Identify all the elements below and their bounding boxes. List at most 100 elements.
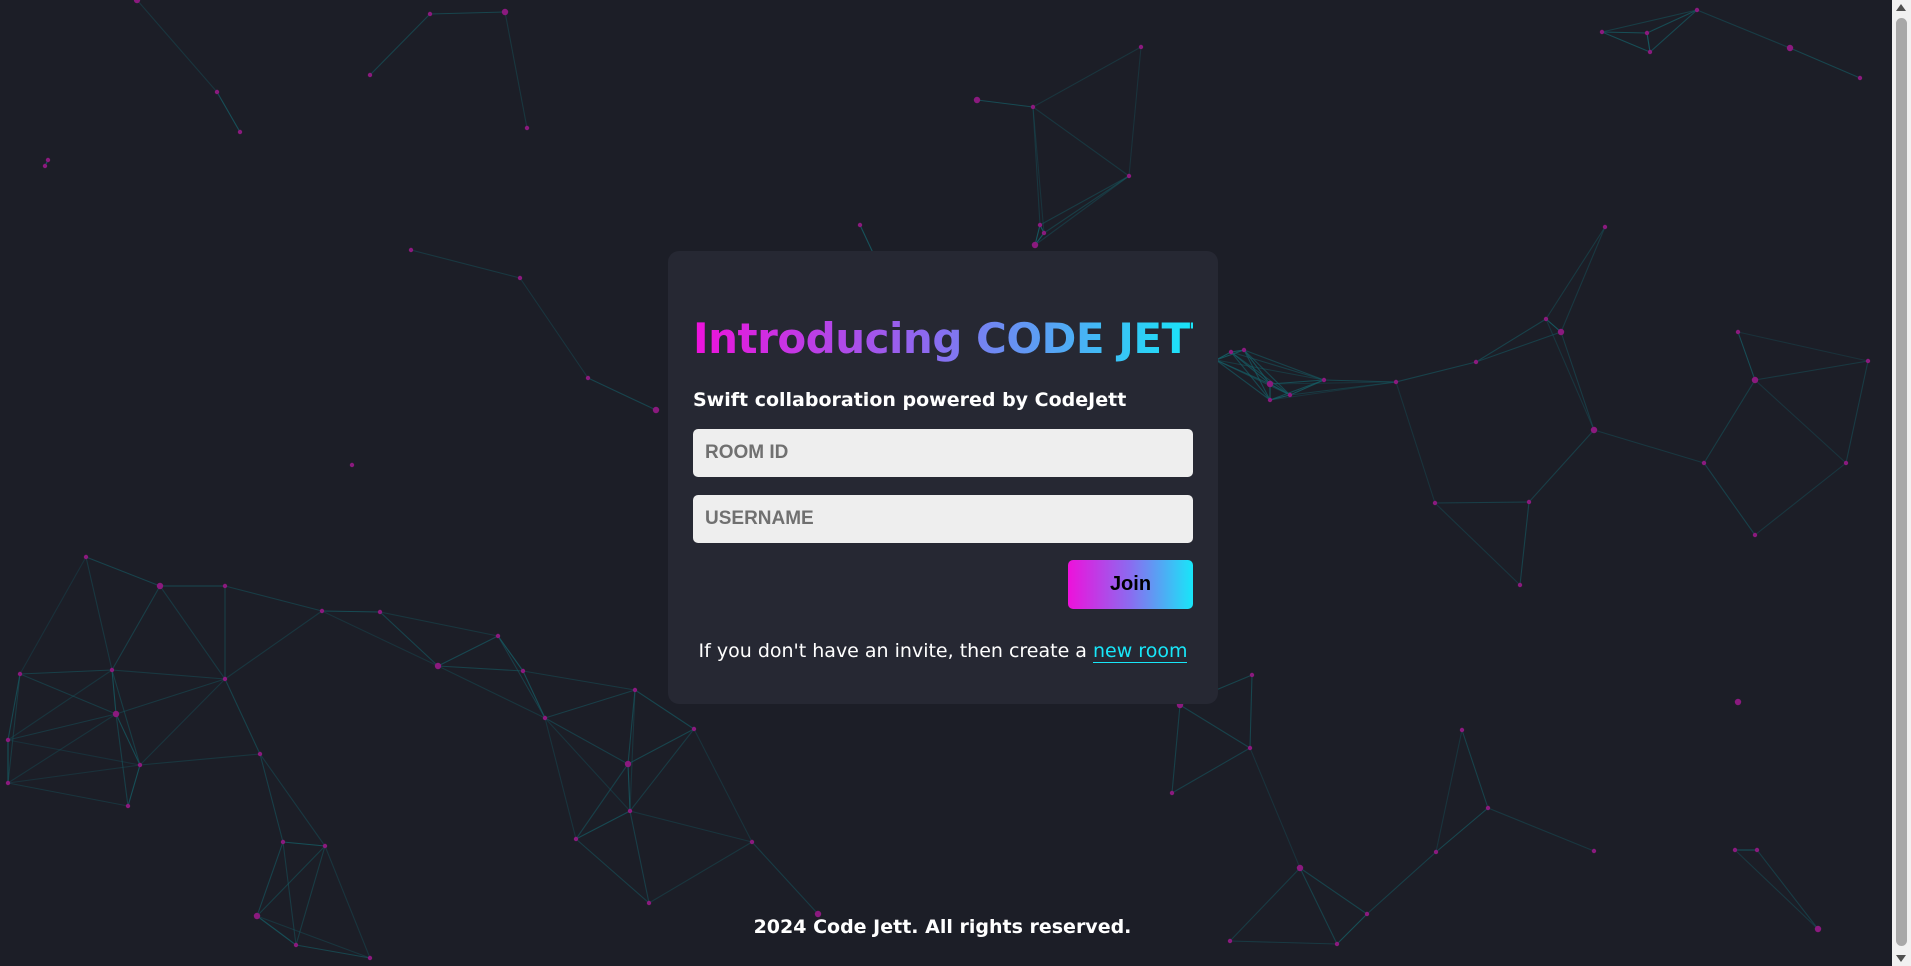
network-node [1169,790,1175,796]
network-node [1751,376,1759,384]
network-node [652,406,660,414]
network-node [112,710,120,718]
network-line [127,764,141,807]
network-line [1703,462,1756,536]
network-line [544,717,631,812]
network-node [524,125,530,131]
network-line [7,713,117,784]
network-line [497,635,546,719]
network-line [139,753,261,766]
join-button[interactable]: Join [1068,560,1193,609]
network-line [1171,704,1181,794]
network-node [156,582,164,590]
network-line [1754,360,1869,381]
network-node [542,715,548,721]
network-line [19,673,117,715]
network-node [646,900,652,906]
new-room-link[interactable]: new room [1093,640,1188,663]
network-node [1266,380,1274,388]
network-node [45,157,51,163]
network-node [1701,460,1707,466]
network-line [1366,851,1437,915]
network-node [322,843,328,849]
network-node [1041,230,1047,236]
network-node [1843,460,1849,466]
network-node [257,751,263,757]
network-line [85,556,113,671]
network-line [544,717,629,765]
network-node [5,737,11,743]
network-line [1269,381,1397,401]
network-line [1299,867,1368,915]
vertical-scrollbar[interactable] [1892,0,1911,966]
network-node [1557,328,1565,336]
network-line [504,11,528,129]
network-line [437,665,524,672]
scroll-down-icon[interactable] [1896,955,1906,962]
network-line [575,810,631,840]
network-line [1528,429,1595,503]
network-node [1732,847,1738,853]
network-node [1126,173,1132,179]
network-node [214,89,220,95]
network-line [369,13,431,76]
network-node [627,808,633,814]
network-node [1694,7,1700,13]
network-line [111,585,161,671]
network-line [7,669,113,741]
footer-copyright: 2024 Code Jett. All rights reserved. [753,916,1132,938]
network-node [222,676,228,682]
network-node [1647,49,1653,55]
network-node [280,839,286,845]
scrollbar-thumb[interactable] [1896,18,1907,946]
network-line [1560,331,1595,431]
tagline: Swift collaboration powered by CodeJett [693,389,1127,411]
network-line [19,669,113,675]
network-node [319,608,325,614]
network-node [632,687,638,693]
network-line [1545,318,1595,431]
network-node [5,780,11,786]
invite-message: If you don't have an invite, then create… [693,638,1193,664]
network-node [1752,532,1758,538]
network-node [1334,941,1340,947]
room-id-input[interactable] [693,429,1193,477]
network-node [1249,672,1255,678]
network-node [573,836,579,842]
network-line [1128,46,1142,177]
network-line [751,841,819,915]
network-line [224,585,323,612]
network-node [1602,224,1608,230]
network-line [587,377,657,411]
network-node [1228,349,1234,355]
network-line [519,277,589,379]
network-node [17,671,23,677]
network-node [1459,727,1465,733]
network-line [629,689,636,812]
network-line [1461,729,1489,809]
scroll-up-icon[interactable] [1896,4,1906,11]
network-node [1037,222,1043,228]
network-line [437,665,546,719]
network-line [627,763,631,812]
network-node [237,129,243,135]
network-line [976,99,1034,108]
network-line [1034,175,1130,246]
network-node [349,462,355,468]
network-line [1395,361,1477,383]
network-node [222,583,228,589]
network-line [627,728,695,765]
network-node [1590,426,1598,434]
network-node [434,662,442,670]
network-node [1030,104,1036,110]
username-input[interactable] [693,495,1193,543]
network-node [1432,500,1438,506]
network-line [1646,9,1698,34]
network-node [857,222,863,228]
network-line [1754,379,1847,464]
network-line [259,753,284,843]
join-room-card: Introducing CODE JETT Swift collaboratio… [668,251,1219,704]
network-line [1601,9,1698,33]
network-node [1591,848,1597,854]
network-node [1517,582,1523,588]
